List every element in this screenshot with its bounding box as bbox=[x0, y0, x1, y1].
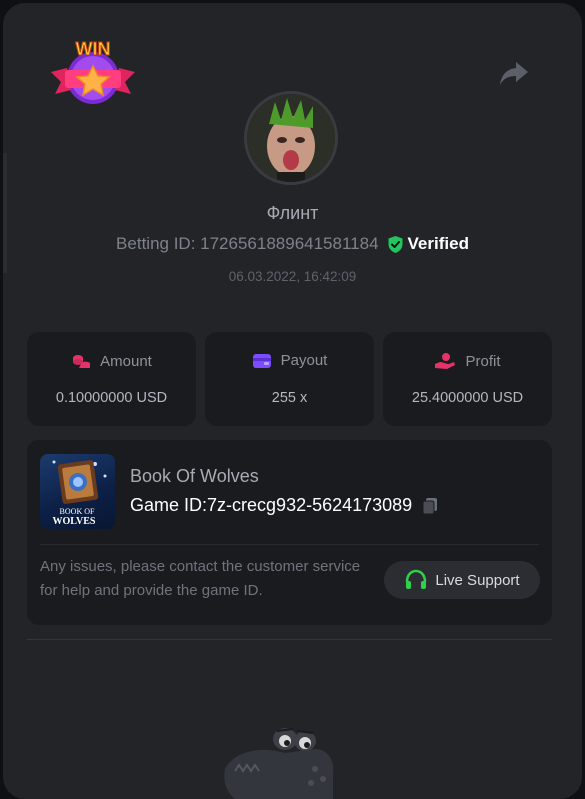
live-support-label: Live Support bbox=[435, 571, 520, 589]
card-divider bbox=[40, 544, 539, 545]
game-card: BOOK OF WOLVES Book Of Wolves Game ID: 7z… bbox=[27, 440, 552, 625]
betting-id-row: Betting ID: 1726561889641581184 Verified bbox=[3, 234, 582, 254]
stat-payout-label: Payout bbox=[280, 352, 328, 369]
stat-profit: Profit 25.4000000 USD bbox=[383, 332, 552, 426]
stat-profit-label: Profit bbox=[465, 352, 501, 370]
avatar bbox=[244, 91, 338, 185]
stat-amount: Amount 0.10000000 USD bbox=[27, 332, 196, 426]
stat-amount-value: 0.10000000 USD bbox=[55, 390, 168, 406]
live-support-button[interactable]: Live Support bbox=[384, 561, 540, 599]
thumb-text-top: BOOK OF bbox=[60, 507, 95, 516]
headset-icon bbox=[406, 569, 427, 589]
bet-timestamp: 06.03.2022, 16:42:09 bbox=[228, 269, 357, 284]
player-name: Флинт bbox=[266, 203, 319, 223]
section-divider bbox=[27, 639, 552, 640]
game-id-value: 7z-crecg932-5624173089 bbox=[207, 495, 413, 515]
game-name: Book Of Wolves bbox=[130, 466, 259, 486]
shield-check-icon bbox=[388, 235, 403, 253]
copy-icon[interactable] bbox=[420, 496, 440, 516]
verified-label: Verified bbox=[407, 234, 469, 253]
stat-profit-value: 25.4000000 USD bbox=[411, 390, 524, 406]
stat-amount-label: Amount bbox=[100, 352, 152, 370]
support-message: Any issues, please contact the customer … bbox=[40, 558, 361, 599]
stat-payout-value: 255 x bbox=[271, 390, 308, 406]
share-icon[interactable] bbox=[498, 58, 530, 88]
coins-icon bbox=[73, 355, 91, 368]
game-id-label: Game ID: bbox=[130, 495, 208, 515]
thumb-text-bottom: WOLVES bbox=[53, 516, 96, 527]
game-thumbnail[interactable]: BOOK OF WOLVES bbox=[40, 454, 115, 529]
crocodile-mascot bbox=[224, 728, 334, 799]
bet-details-modal: WIN Флинт Betting ID: 172656188964158118… bbox=[3, 3, 582, 799]
stat-payout: Payout 255 x bbox=[205, 332, 374, 426]
hand-profit-icon bbox=[435, 353, 456, 369]
wallet-icon bbox=[252, 353, 271, 368]
betting-id: Betting ID: 1726561889641581184 bbox=[116, 234, 379, 253]
win-badge-logo: WIN bbox=[51, 39, 135, 104]
win-badge-text: WIN bbox=[76, 39, 111, 59]
stats-row: Amount 0.10000000 USD Payout 255 x Profi… bbox=[27, 332, 552, 426]
game-id-row: Game ID: 7z-crecg932-5624173089 bbox=[130, 495, 440, 516]
verified-badge: Verified bbox=[387, 234, 469, 254]
